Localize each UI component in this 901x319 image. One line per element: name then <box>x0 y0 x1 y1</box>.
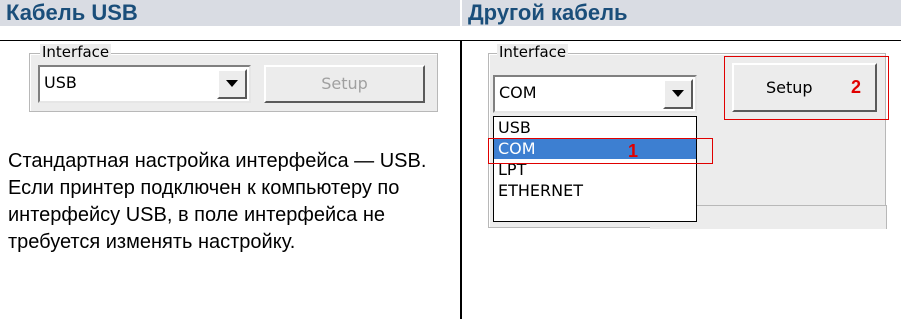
left-setup-button[interactable]: Setup <box>264 65 425 103</box>
chevron-down-icon <box>226 80 238 87</box>
right-interface-options-list[interactable]: USB COM LPT ETHERNET <box>493 116 697 222</box>
right-interface-select[interactable]: COM <box>493 75 697 113</box>
left-interface-select[interactable]: USB <box>38 65 251 103</box>
left-description: Стандартная настройка интерфейса — USB. … <box>8 150 427 253</box>
right-setup-button[interactable]: Setup 2 <box>732 63 877 112</box>
left-interface-value: USB <box>44 73 77 92</box>
com-highlight-box <box>488 138 713 164</box>
option-ethernet[interactable]: ETHERNET <box>494 180 696 201</box>
right-dropdown-button[interactable] <box>663 79 693 109</box>
chevron-down-icon <box>672 90 684 97</box>
right-column-heading: Другой кабель <box>462 0 901 26</box>
left-column-heading: Кабель USB <box>0 0 460 26</box>
left-interface-legend: Interface <box>40 43 112 61</box>
option-usb[interactable]: USB <box>494 117 696 138</box>
marker-1: 1 <box>628 141 639 161</box>
right-setup-label: Setup <box>766 78 813 97</box>
marker-2: 2 <box>851 77 862 97</box>
right-interface-legend: Interface <box>497 43 569 61</box>
header-divider <box>0 40 901 41</box>
right-interface-value: COM <box>499 83 537 102</box>
left-dropdown-button[interactable] <box>217 69 247 99</box>
